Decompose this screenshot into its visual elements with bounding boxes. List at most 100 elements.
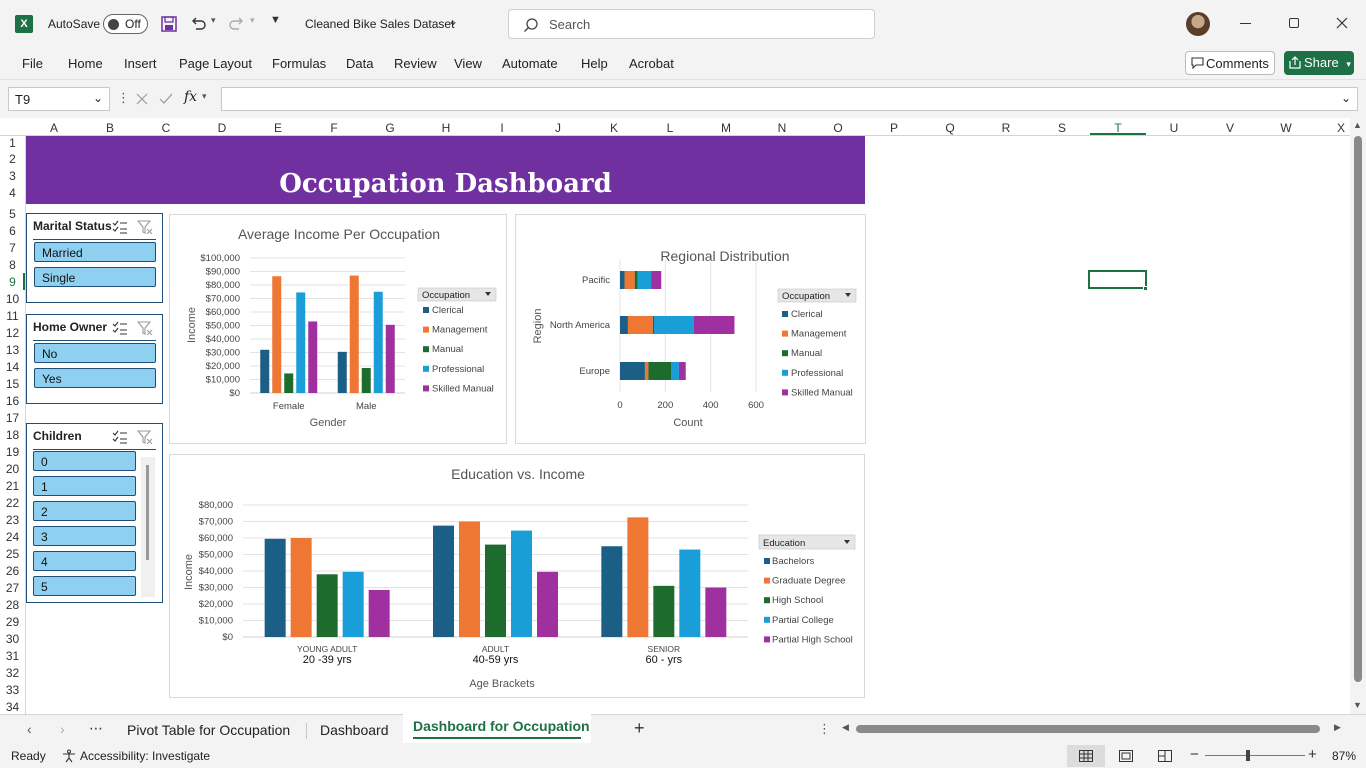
customize-toolbar-icon[interactable]: ▼	[270, 14, 281, 26]
row-header-8[interactable]: 8	[0, 258, 25, 272]
bar-clerical-pacific[interactable]	[620, 271, 625, 289]
scroll-down-icon[interactable]: ▼	[1353, 700, 1362, 710]
fill-handle[interactable]	[1143, 286, 1148, 291]
slicer-scrollbar[interactable]	[141, 457, 155, 597]
column-header-r[interactable]: R	[986, 121, 1026, 135]
redo-dropdown-icon[interactable]: ▾	[250, 15, 255, 26]
tab-formulas[interactable]: Formulas	[272, 56, 326, 71]
slicer-item-no[interactable]: No	[34, 343, 156, 363]
column-header-b[interactable]: B	[90, 121, 130, 135]
column-header-v[interactable]: V	[1210, 121, 1250, 135]
undo-dropdown-icon[interactable]: ▾	[211, 15, 216, 26]
accessibility-icon[interactable]	[62, 749, 76, 763]
tab-file[interactable]: File	[22, 56, 43, 71]
tab-help[interactable]: Help	[581, 56, 608, 71]
bar-clerical-europe[interactable]	[620, 362, 645, 380]
row-header-21[interactable]: 21	[0, 479, 25, 493]
share-button[interactable]: Share ▾	[1284, 51, 1354, 75]
bar-professional-pacific[interactable]	[637, 271, 652, 289]
bar-manual-north-america[interactable]	[652, 316, 654, 334]
tab-acrobat[interactable]: Acrobat	[629, 56, 674, 71]
zoom-level[interactable]: 87%	[1332, 749, 1356, 763]
search-box[interactable]: Search	[508, 9, 875, 39]
row-header-33[interactable]: 33	[0, 683, 25, 697]
tab-view[interactable]: View	[454, 56, 482, 71]
sheet-tab-dashboard[interactable]: Dashboard	[320, 722, 389, 738]
column-header-j[interactable]: J	[538, 121, 578, 135]
expand-formula-icon[interactable]: ⌄	[1341, 91, 1351, 105]
scroll-up-icon[interactable]: ▲	[1353, 120, 1362, 130]
bar-partial-high-school-adult[interactable]	[537, 571, 558, 637]
clear-filter-icon[interactable]	[137, 321, 153, 335]
column-header-g[interactable]: G	[370, 121, 410, 135]
normal-view-button[interactable]	[1067, 745, 1105, 767]
row-header-15[interactable]: 15	[0, 377, 25, 391]
bar-partial-high-school-senior[interactable]	[705, 587, 727, 638]
row-header-14[interactable]: 14	[0, 360, 25, 374]
name-box[interactable]: T9 ⌄	[8, 87, 110, 111]
cancel-formula-icon[interactable]	[136, 93, 148, 105]
bar-high-school-senior[interactable]	[653, 585, 675, 637]
close-icon[interactable]	[1336, 17, 1348, 29]
multi-select-icon[interactable]	[112, 321, 128, 335]
row-header-3[interactable]: 3	[0, 169, 25, 183]
row-header-31[interactable]: 31	[0, 649, 25, 663]
bar-partial-high-school-young-adult[interactable]	[368, 589, 390, 637]
accessibility-status[interactable]: Accessibility: Investigate	[80, 749, 210, 763]
clear-filter-icon[interactable]	[137, 220, 153, 234]
column-header-s[interactable]: S	[1042, 121, 1082, 135]
chart-average-income[interactable]: Average Income Per Occupation Income Gen…	[169, 214, 507, 444]
page-break-view-icon[interactable]	[1158, 750, 1172, 762]
bar-management-pacific[interactable]	[624, 271, 635, 289]
bar-professional-male[interactable]	[373, 291, 383, 393]
multi-select-icon[interactable]	[112, 430, 128, 444]
row-header-26[interactable]: 26	[0, 564, 25, 578]
zoom-in-icon[interactable]: +	[1308, 746, 1317, 763]
tab-review[interactable]: Review	[394, 56, 437, 71]
bar-partial-college-adult[interactable]	[511, 530, 532, 637]
slicer-item-married[interactable]: Married	[34, 242, 156, 262]
column-header-f[interactable]: F	[314, 121, 354, 135]
add-sheet-icon[interactable]: +	[634, 718, 645, 739]
column-header-i[interactable]: I	[482, 121, 522, 135]
bar-management-male[interactable]	[349, 275, 359, 393]
minimize-icon[interactable]	[1240, 23, 1251, 24]
row-header-23[interactable]: 23	[0, 513, 25, 527]
multi-select-icon[interactable]	[112, 220, 128, 234]
bar-high-school-adult[interactable]	[485, 544, 506, 637]
more-options-icon[interactable]: ⋮	[117, 90, 130, 106]
column-header-k[interactable]: K	[594, 121, 634, 135]
document-title[interactable]: Cleaned Bike Sales Dataset	[305, 17, 454, 31]
bar-partial-college-senior[interactable]	[679, 549, 701, 637]
bar-bachelors-young-adult[interactable]	[264, 538, 286, 637]
insert-function-button[interactable]: fx	[184, 89, 197, 105]
bar-graduate-degree-senior[interactable]	[627, 517, 649, 637]
slicer-scroll-thumb[interactable]	[146, 465, 149, 560]
more-sheets-icon[interactable]: ⋯	[89, 720, 103, 737]
chart-regional-distribution[interactable]: Regional Distribution Region Count 0 200 4…	[515, 214, 866, 444]
column-header-u[interactable]: U	[1154, 121, 1194, 135]
row-header-17[interactable]: 17	[0, 411, 25, 425]
row-header-5[interactable]: 5	[0, 207, 25, 221]
bar-skilled-manual-north-america[interactable]	[693, 316, 735, 334]
row-header-30[interactable]: 30	[0, 632, 25, 646]
row-header-32[interactable]: 32	[0, 666, 25, 680]
bar-management-north-america[interactable]	[627, 316, 653, 334]
row-header-20[interactable]: 20	[0, 462, 25, 476]
bar-partial-college-young-adult[interactable]	[342, 571, 364, 637]
row-header-19[interactable]: 19	[0, 445, 25, 459]
bar-clerical-male[interactable]	[337, 351, 347, 393]
row-header-22[interactable]: 22	[0, 496, 25, 510]
slicer-item-4[interactable]: 4	[33, 551, 136, 571]
bar-clerical-female[interactable]	[260, 349, 270, 393]
prev-sheet-icon[interactable]: ‹	[27, 721, 32, 737]
slicer-item-5[interactable]: 5	[33, 576, 136, 596]
slicer-item-yes[interactable]: Yes	[34, 368, 156, 388]
comments-button[interactable]: Comments	[1185, 51, 1275, 75]
row-header-29[interactable]: 29	[0, 615, 25, 629]
column-header-w[interactable]: W	[1266, 121, 1306, 135]
bar-management-female[interactable]	[272, 276, 282, 393]
tab-automate[interactable]: Automate	[502, 56, 558, 71]
chart-education-income[interactable]: Education vs. Income Income Age Brackets…	[169, 454, 865, 698]
row-header-12[interactable]: 12	[0, 326, 25, 340]
